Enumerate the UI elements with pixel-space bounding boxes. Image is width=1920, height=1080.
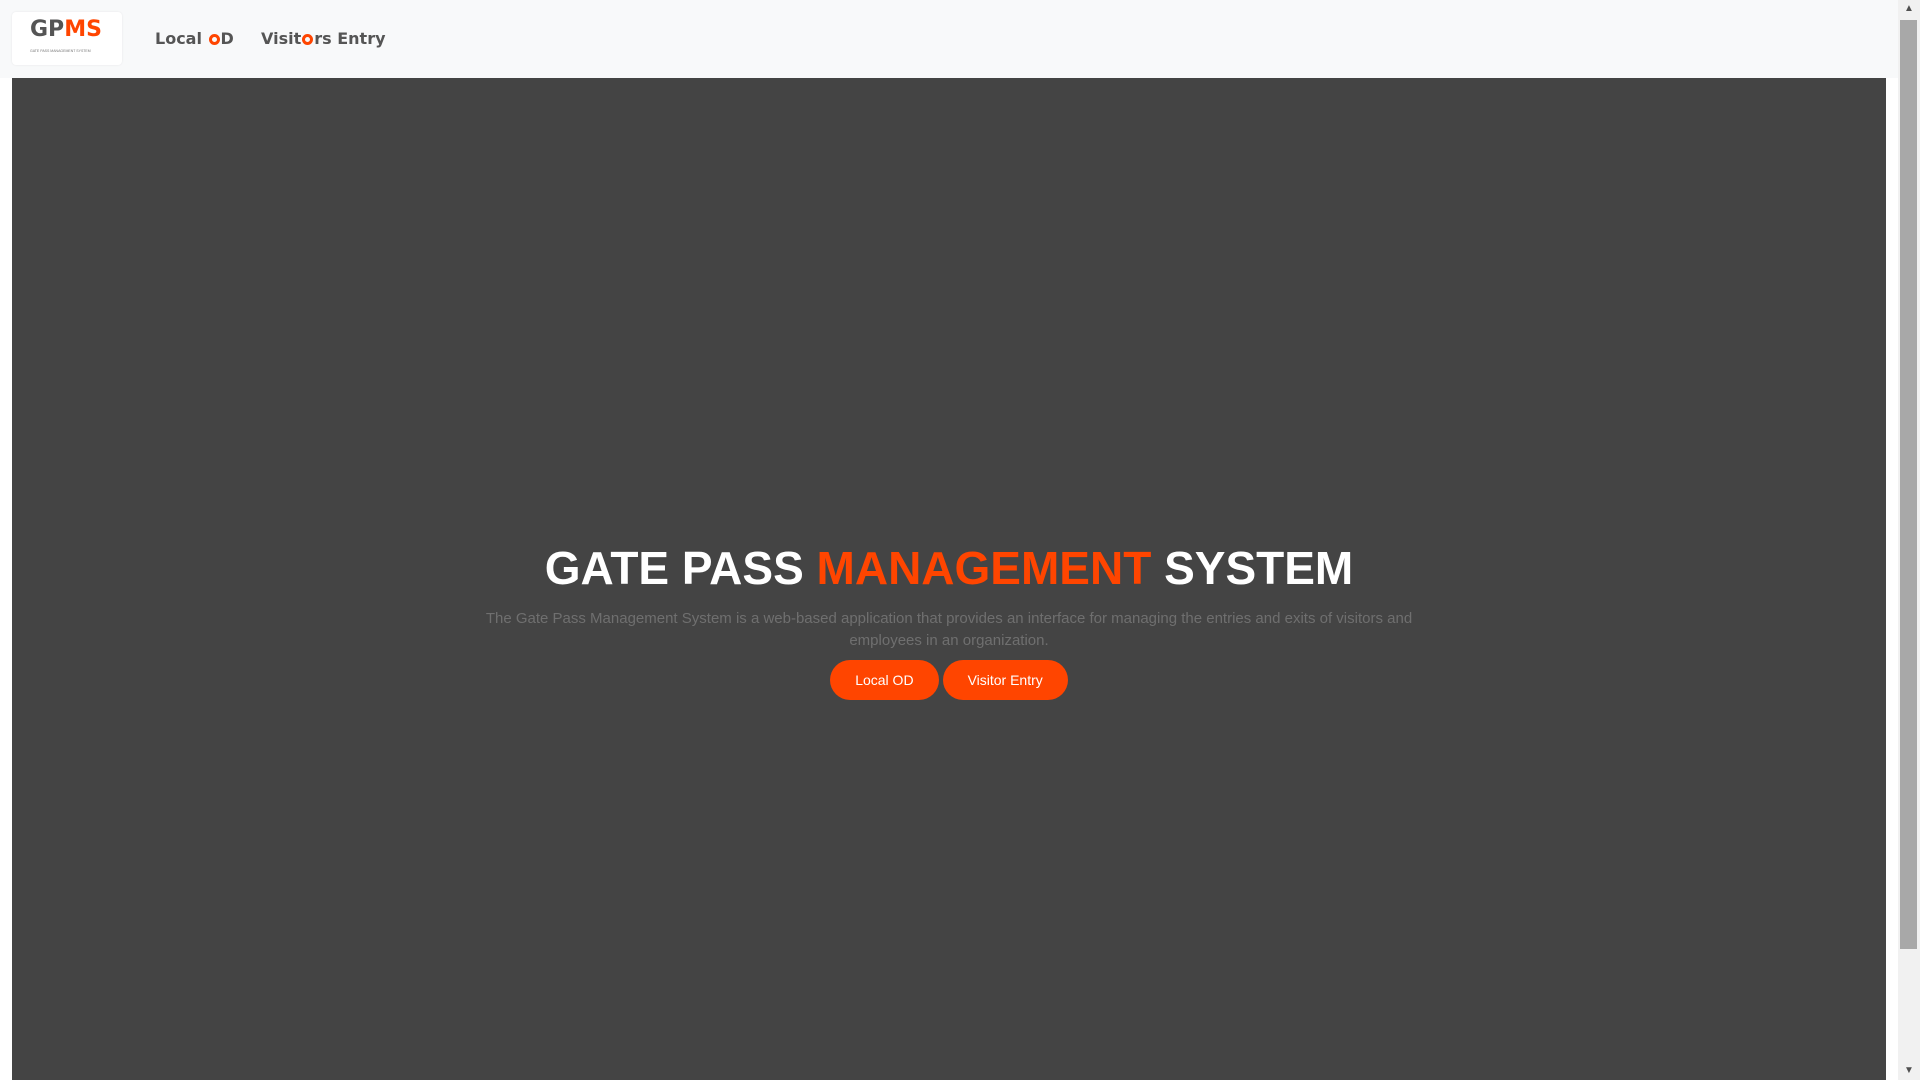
scrollbar-thumb[interactable] — [1900, 20, 1917, 949]
gpms-logo[interactable]: GPMS GATE PASS MANAGEMENT SYSTEM — [12, 12, 122, 65]
nav-link-visitors-entry[interactable]: Visit rs Entry — [261, 29, 386, 49]
triangle-down-icon[interactable]: ▼ — [1898, 1062, 1920, 1080]
ring-o-icon — [208, 34, 220, 45]
navbar: GPMS GATE PASS MANAGEMENT SYSTEM Local D… — [0, 0, 1898, 78]
nav-link-local-od[interactable]: Local D — [155, 29, 234, 49]
hero-title-accent: MANAGEMENT — [816, 542, 1152, 594]
nav-visitors-text-start: Visit — [261, 29, 302, 48]
vertical-scrollbar[interactable]: ▲ ▼ — [1898, 0, 1920, 1080]
hero-title-start: GATE PASS — [544, 542, 817, 594]
logo-wordmark: GPMS — [30, 19, 102, 41]
local-od-button[interactable]: Local OD — [830, 660, 939, 700]
logo-wordmark-gp: GP — [30, 17, 65, 42]
triangle-up-icon[interactable]: ▲ — [1898, 0, 1920, 18]
hero-button-group: Local OD Visitor Entry — [12, 660, 1886, 700]
nav-visitors-text-end: rs Entry — [314, 29, 386, 48]
nav-local-od-text-end: D — [220, 29, 234, 48]
hero-title: GATE PASS MANAGEMENT SYSTEM — [12, 545, 1886, 591]
hero-description: The Gate Pass Management System is a web… — [485, 610, 1413, 649]
ring-o-icon — [302, 34, 314, 45]
hero-title-end: SYSTEM — [1151, 542, 1354, 594]
visitor-entry-button[interactable]: Visitor Entry — [942, 660, 1068, 700]
hero-section: GATE PASS MANAGEMENT SYSTEM The Gate Pas… — [12, 78, 1886, 1080]
logo-tagline: GATE PASS MANAGEMENT SYSTEM — [30, 49, 91, 53]
logo-wordmark-ms: MS — [64, 17, 102, 42]
nav-local-od-text-start: Local — [155, 29, 208, 48]
page: GPMS GATE PASS MANAGEMENT SYSTEM Local D… — [0, 0, 1920, 1080]
